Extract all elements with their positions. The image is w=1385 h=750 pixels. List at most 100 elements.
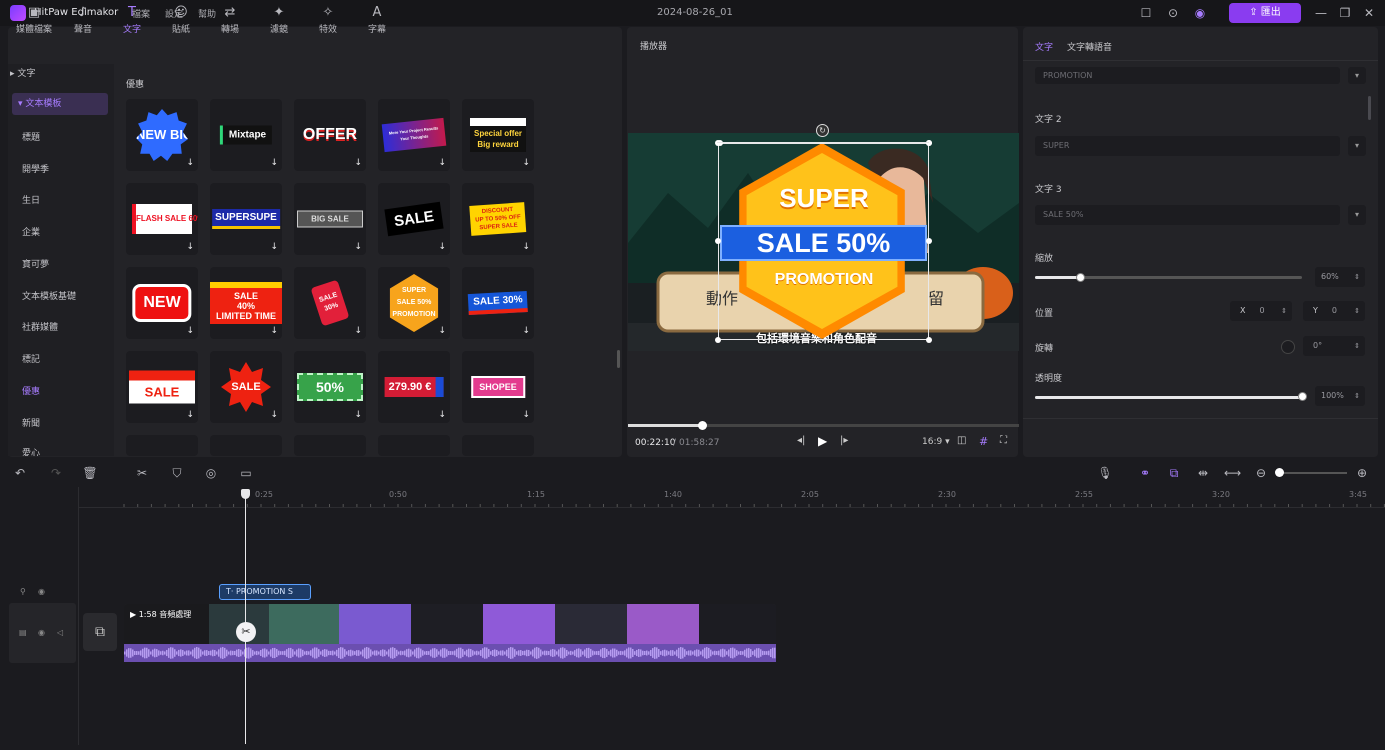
- link-icon[interactable]: ⚭: [1137, 465, 1153, 481]
- prev-frame-icon[interactable]: ◂|: [797, 435, 805, 446]
- category-item[interactable]: 愛心: [4, 443, 100, 456]
- tab-text-props[interactable]: 文字: [1035, 40, 1053, 53]
- tab-sticker[interactable]: ☺ 貼紙: [155, 5, 207, 35]
- video-preview[interactable]: 動作 留 包括環境音樂和角色配音 SUPER SALE 50% PROMOTIO…: [628, 133, 1019, 351]
- template-tile[interactable]: DISCOUNT UP TO 50% OFF SUPER SALE ↓: [462, 183, 534, 255]
- track-visibility-icon[interactable]: ◉: [38, 587, 45, 596]
- panel-resize-handle[interactable]: [617, 350, 620, 368]
- category-item[interactable]: 標題: [4, 127, 100, 149]
- download-icon[interactable]: ⊙: [1165, 5, 1181, 21]
- text3-dropdown[interactable]: ▾: [1348, 205, 1366, 225]
- split-view-icon[interactable]: ⇹: [1195, 465, 1211, 481]
- resize-handle[interactable]: [717, 140, 723, 146]
- grid-icon[interactable]: #: [979, 435, 988, 448]
- position-y-box[interactable]: Y 0 ⇕: [1303, 301, 1365, 321]
- template-tile[interactable]: Special offer Big reward ↓: [462, 99, 534, 171]
- template-tile[interactable]: SALE 40% LIMITED TIME ↓: [210, 267, 282, 339]
- text-clip[interactable]: T· PROMOTION S: [219, 584, 311, 600]
- category-item[interactable]: 文本模板基礎: [4, 286, 100, 308]
- export-button[interactable]: ⇪ 匯出: [1229, 3, 1301, 23]
- template-tile[interactable]: OFFER ↓: [294, 99, 366, 171]
- opacity-value-box[interactable]: 100% ⇕: [1315, 386, 1365, 406]
- minimize-icon[interactable]: —: [1313, 5, 1329, 21]
- audio-waveform[interactable]: [124, 644, 776, 662]
- rotation-dial-icon[interactable]: [1281, 340, 1295, 354]
- zoom-out-icon[interactable]: ⊖: [1253, 465, 1269, 481]
- opacity-slider-knob[interactable]: [1298, 392, 1307, 401]
- account-icon[interactable]: ◉: [1192, 5, 1208, 21]
- template-tile[interactable]: BIG SALE ↓: [294, 183, 366, 255]
- aspect-ratio-select[interactable]: 16:9 ▾: [922, 437, 950, 447]
- delete-icon[interactable]: 🗑: [82, 465, 98, 481]
- position-x-box[interactable]: X 0 ⇕: [1230, 301, 1292, 321]
- category-text-template[interactable]: ▾ 文本模板: [12, 93, 108, 115]
- category-item[interactable]: 社群媒體: [4, 317, 100, 339]
- template-tile[interactable]: SALE 30% ↓: [462, 267, 534, 339]
- category-item[interactable]: 開學季: [4, 159, 100, 181]
- resize-handle[interactable]: [926, 238, 932, 244]
- template-tile[interactable]: SUPERSUPE ↓: [210, 183, 282, 255]
- template-tile[interactable]: [126, 435, 198, 456]
- resize-handle[interactable]: [715, 337, 721, 343]
- props-scrollbar[interactable]: [1368, 96, 1371, 120]
- template-tile[interactable]: More Your Project Results Your Thoughts …: [378, 99, 450, 171]
- track-lock-icon[interactable]: ⚲: [20, 587, 26, 596]
- fit-icon[interactable]: ⟷: [1224, 465, 1241, 481]
- tab-media[interactable]: ▣ 媒體檔案: [8, 5, 60, 35]
- template-tile[interactable]: SALE ↓: [126, 351, 198, 423]
- template-tile[interactable]: SALE ↓: [378, 183, 450, 255]
- scale-value-box[interactable]: 60% ⇕: [1315, 267, 1365, 287]
- zoom-slider-track[interactable]: [1279, 472, 1347, 474]
- stepper-icon[interactable]: ⇕: [1354, 267, 1360, 287]
- template-tile[interactable]: Mixtape ↓: [210, 99, 282, 171]
- rotation-value-box[interactable]: 0° ⇕: [1303, 336, 1365, 356]
- resize-handle[interactable]: [926, 140, 932, 146]
- playhead[interactable]: [245, 489, 246, 744]
- rotate-handle-icon[interactable]: ↻: [816, 124, 829, 137]
- template-tile[interactable]: NEW BIG OFFER ↓: [126, 99, 198, 171]
- template-tile[interactable]: 279.90 € ↓: [378, 351, 450, 423]
- undo-icon[interactable]: ↶: [12, 465, 28, 481]
- text1-input[interactable]: PROMOTION: [1035, 67, 1340, 84]
- tab-effects[interactable]: ✧ 特效: [302, 5, 354, 35]
- template-tile[interactable]: SHOPEE ↓: [462, 351, 534, 423]
- category-item[interactable]: 寶可夢: [4, 254, 100, 276]
- add-media-icon[interactable]: ⧉: [83, 613, 117, 651]
- template-tile[interactable]: [462, 435, 534, 456]
- category-text[interactable]: ▸ 文字: [4, 63, 100, 85]
- restore-icon[interactable]: ❐: [1337, 5, 1353, 21]
- tab-audio[interactable]: ♪ 聲音: [57, 5, 109, 35]
- zoom-in-icon[interactable]: ⊕: [1354, 465, 1370, 481]
- resize-handle[interactable]: [715, 238, 721, 244]
- template-tile[interactable]: SALE 30% ↓: [294, 267, 366, 339]
- track-lock-icon[interactable]: ▤: [19, 628, 27, 637]
- shield-icon[interactable]: ⛉: [169, 465, 185, 481]
- redo-icon[interactable]: ↷: [48, 465, 64, 481]
- category-item-active[interactable]: 優惠: [4, 381, 100, 403]
- template-tile[interactable]: NEW ↓: [126, 267, 198, 339]
- track-mute-icon[interactable]: ◁: [57, 628, 63, 637]
- feedback-icon[interactable]: ☐: [1138, 5, 1154, 21]
- fullscreen-icon[interactable]: ⛶: [1000, 435, 1007, 446]
- tab-transition[interactable]: ⇄ 轉場: [204, 5, 256, 35]
- scissors-icon[interactable]: ✂: [236, 622, 256, 642]
- stepper-icon[interactable]: ⇕: [1354, 301, 1360, 321]
- tab-text[interactable]: T 文字: [106, 5, 158, 35]
- stepper-icon[interactable]: ⇕: [1281, 301, 1287, 321]
- close-icon[interactable]: ✕: [1361, 5, 1377, 21]
- play-icon[interactable]: ▶: [818, 434, 827, 448]
- template-tile[interactable]: [378, 435, 450, 456]
- stepper-icon[interactable]: ⇕: [1354, 386, 1360, 406]
- category-item[interactable]: 新聞: [4, 413, 100, 435]
- tab-filter[interactable]: ✦ 濾鏡: [253, 5, 305, 35]
- split-icon[interactable]: ✂: [134, 465, 150, 481]
- text2-input[interactable]: SUPER: [1035, 136, 1340, 156]
- resize-handle[interactable]: [926, 337, 932, 343]
- category-item[interactable]: 生日: [4, 190, 100, 212]
- ai-icon[interactable]: ▭: [238, 465, 254, 481]
- tab-text-to-speech[interactable]: 文字轉語音: [1067, 40, 1112, 53]
- track-visibility-icon[interactable]: ◉: [38, 628, 45, 637]
- snap-icon[interactable]: ⧉: [1166, 465, 1182, 481]
- freeze-icon[interactable]: ◎: [203, 465, 219, 481]
- text1-dropdown[interactable]: ▾: [1348, 67, 1366, 84]
